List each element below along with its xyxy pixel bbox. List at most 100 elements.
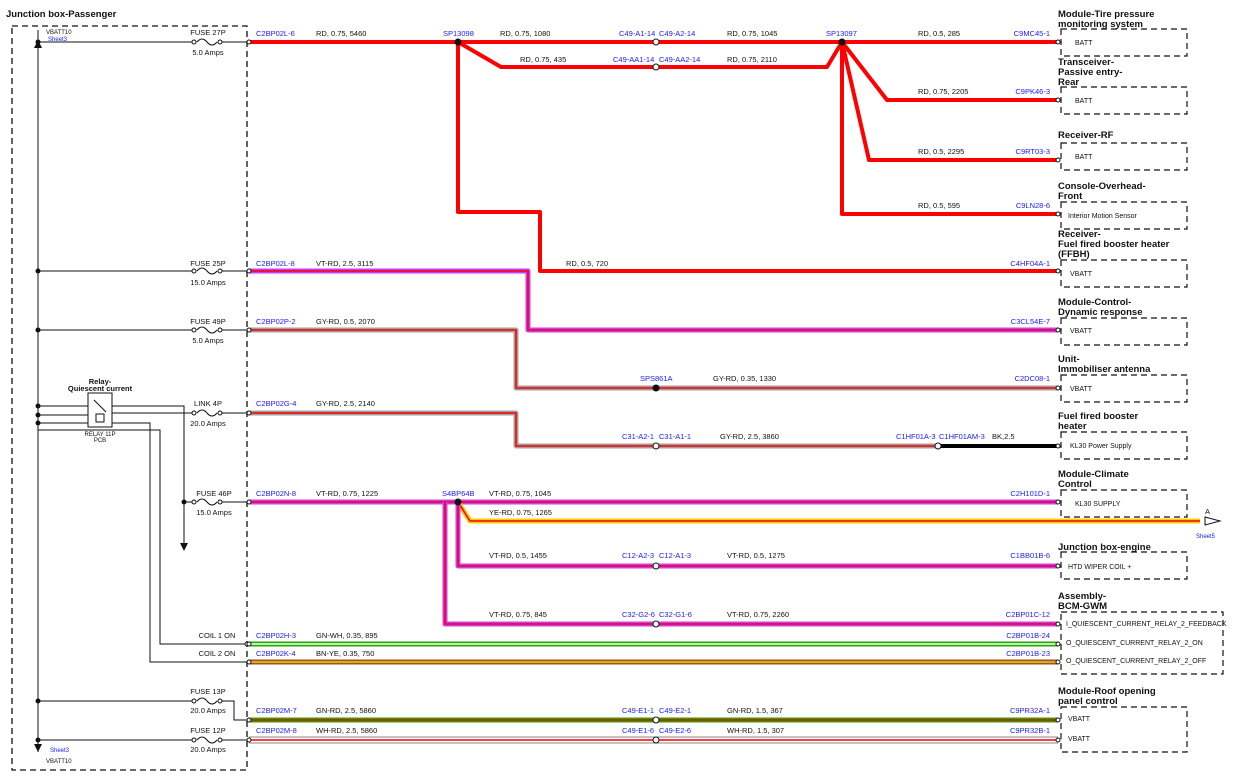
wire-label: VT-RD, 0.75, 2260	[727, 610, 789, 619]
source-connector[interactable]: C2BP02M-7	[256, 706, 297, 715]
terminal-icon[interactable]	[246, 641, 252, 647]
terminal-icon[interactable]	[1055, 327, 1061, 333]
terminal-icon[interactable]	[246, 39, 252, 45]
connector-pin-icon[interactable]	[652, 442, 660, 450]
terminal-icon[interactable]	[1055, 659, 1061, 665]
terminal-icon[interactable]	[1055, 211, 1061, 217]
inline-connector[interactable]: C12-A1-3	[659, 551, 691, 560]
splice-label[interactable]: SP13097	[826, 29, 857, 38]
source-connector[interactable]: C2BP02P-2	[256, 317, 296, 326]
terminal-icon[interactable]	[1055, 443, 1061, 449]
terminal-icon[interactable]	[246, 268, 252, 274]
connector-pin-icon[interactable]	[652, 736, 660, 744]
module-connector[interactable]: C2BP01B-23	[1006, 649, 1050, 658]
wire-label: WH-RD, 1.5, 307	[727, 726, 784, 735]
terminal-icon[interactable]	[246, 499, 252, 505]
module-connector[interactable]: C1BB01B-6	[1010, 551, 1050, 560]
connector-pin-icon[interactable]	[652, 38, 660, 46]
connector-pin-icon[interactable]	[652, 562, 660, 570]
connector-pin-icon[interactable]	[934, 442, 942, 450]
inline-connector[interactable]: C12-A2-3	[622, 551, 654, 560]
module-connector[interactable]: C2H101D-1	[1010, 489, 1050, 498]
fuse-name: FUSE 13P	[190, 687, 225, 696]
terminal-icon[interactable]	[1055, 499, 1061, 505]
terminal-icon[interactable]	[1055, 268, 1061, 274]
inline-connector[interactable]: C1HF01AM-3	[939, 432, 985, 441]
module-connector[interactable]: C9LN28-6	[1016, 201, 1050, 210]
terminal-icon[interactable]	[1055, 563, 1061, 569]
module-title: heater	[1058, 421, 1087, 432]
wire-c9ln28[interactable]	[840, 42, 1058, 216]
inline-connector[interactable]: C49-A2-14	[659, 29, 695, 38]
module-pin: KL30 Power Supply	[1070, 443, 1132, 450]
wire-label: GN-RD, 1.5, 367	[727, 706, 783, 715]
inline-connector[interactable]: C49-E1-6	[622, 726, 654, 735]
module-pin: VBATT	[1070, 271, 1093, 278]
module-connector[interactable]: C9RT03-3	[1016, 147, 1050, 156]
connector-pin-icon[interactable]	[652, 716, 660, 724]
inline-connector[interactable]: C49-E1-1	[622, 706, 654, 715]
terminal-icon[interactable]	[1055, 641, 1061, 647]
source-connector[interactable]: C2BP02N-8	[256, 489, 296, 498]
terminal-icon[interactable]	[246, 717, 252, 723]
source-connector[interactable]: C2BP02H-3	[256, 631, 296, 640]
module-connector[interactable]: C2DC08-1	[1015, 374, 1050, 383]
inline-connector[interactable]: C32-G1-6	[659, 610, 692, 619]
terminal-icon[interactable]	[246, 327, 252, 333]
inline-connector[interactable]: C31-A2-1	[622, 432, 654, 441]
splice-dot[interactable]	[454, 38, 462, 46]
source-connector[interactable]: C2BP02L-8	[256, 259, 295, 268]
inline-connector[interactable]: C32-G2-6	[622, 610, 655, 619]
splice-dot[interactable]	[652, 384, 660, 392]
splice-dot[interactable]	[454, 498, 462, 506]
terminal-icon[interactable]	[1055, 157, 1061, 163]
module-connector[interactable]: C9PR32A-1	[1010, 706, 1050, 715]
connector-pin-icon[interactable]	[652, 620, 660, 628]
offsheet-ref[interactable]: Sheet5	[1196, 534, 1216, 540]
inline-connector[interactable]: C31-A1-1	[659, 432, 691, 441]
splice-dot[interactable]	[838, 38, 846, 46]
source-connector[interactable]: C2BP02L-6	[256, 29, 295, 38]
module-connector[interactable]: C2BP01B-24	[1006, 631, 1050, 640]
terminal-icon[interactable]	[246, 410, 252, 416]
module-pin: I_QUIESCENT_CURRENT_RELAY_2_FEEDBACK	[1066, 621, 1227, 628]
inline-connector[interactable]: C1HF01A-3	[896, 432, 936, 441]
module-pin: VBATT	[1070, 386, 1093, 393]
module-connector[interactable]: C2BP01C-12	[1006, 610, 1050, 619]
source-connector[interactable]: C2BP02K-4	[256, 649, 296, 658]
terminal-icon[interactable]	[1055, 621, 1061, 627]
fuse-name: FUSE 46P	[196, 489, 231, 498]
terminal-icon[interactable]	[1055, 39, 1061, 45]
vbatt-bottom-ref: Sheet3	[50, 748, 70, 754]
vbatt-top-label: VBATT10	[46, 30, 72, 36]
terminal-icon[interactable]	[1055, 385, 1061, 391]
splice-label[interactable]: S4BP64B	[442, 489, 475, 498]
terminal-icon[interactable]	[1055, 717, 1061, 723]
terminal-icon[interactable]	[1055, 97, 1061, 103]
wire-link4p[interactable]	[249, 410, 940, 449]
module-connector[interactable]: C9PR32B-1	[1010, 726, 1050, 735]
module-connector[interactable]: C9PK46-3	[1015, 87, 1050, 96]
wire-c4hf04a[interactable]	[456, 42, 1058, 273]
wire-label: RD, 0.75, 1080	[500, 29, 550, 38]
terminal-icon[interactable]	[246, 737, 252, 743]
inline-connector[interactable]: C49-E2-1	[659, 706, 691, 715]
offsheet-arrow-icon[interactable]	[1204, 516, 1222, 526]
fuse-terminal-icon	[217, 499, 223, 505]
inline-connector[interactable]: C49-A1-14	[619, 29, 655, 38]
connector-pin-icon[interactable]	[652, 63, 660, 71]
module-connector[interactable]: C4HF04A-1	[1010, 259, 1050, 268]
module-connector[interactable]: C9MC45-1	[1014, 29, 1050, 38]
terminal-icon[interactable]	[1055, 737, 1061, 743]
fuse-icon	[196, 38, 218, 46]
source-connector[interactable]: C2BP02M-8	[256, 726, 297, 735]
splice-label[interactable]: SPS861A	[640, 374, 673, 383]
inline-connector[interactable]: C49-E2-6	[659, 726, 691, 735]
splice-label[interactable]: SP13098	[443, 29, 474, 38]
source-connector[interactable]: C2BP02G-4	[256, 399, 296, 408]
module-connector[interactable]: C3CL54E-7	[1011, 317, 1050, 326]
fuse-terminal-icon	[217, 737, 223, 743]
terminal-icon[interactable]	[246, 659, 252, 665]
inline-connector[interactable]: C49-AA1-14	[613, 55, 654, 64]
inline-connector[interactable]: C49-AA2-14	[659, 55, 700, 64]
